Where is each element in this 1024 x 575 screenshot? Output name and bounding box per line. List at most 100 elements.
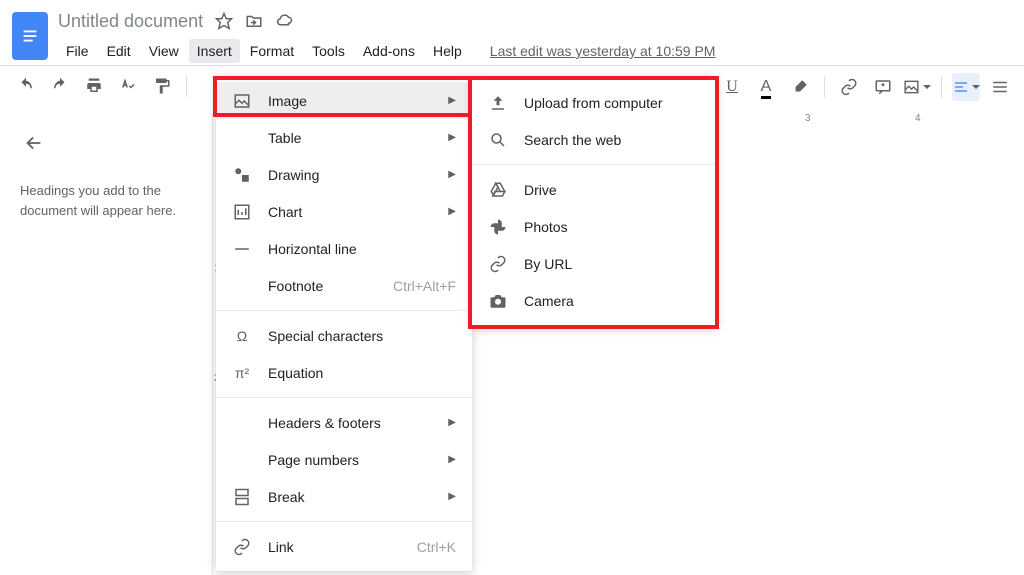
line-spacing-button[interactable]	[986, 73, 1014, 101]
submenu-arrow-icon: ▶	[448, 491, 456, 502]
menu-tools[interactable]: Tools	[304, 39, 353, 63]
submenu-arrow-icon: ▶	[448, 417, 456, 428]
underline-button[interactable]: U	[718, 73, 746, 101]
insert-image-item[interactable]: Image ▶	[216, 82, 472, 119]
insert-break-item[interactable]: Break ▶	[216, 478, 472, 515]
insert-chart-item[interactable]: Chart ▶	[216, 193, 472, 230]
menu-item-label: Link	[268, 539, 417, 555]
image-icon	[232, 91, 252, 111]
outline-hint-text: Headings you add to the document will ap…	[20, 181, 192, 220]
menu-item-label: Drawing	[268, 167, 440, 183]
highlight-button[interactable]	[786, 73, 814, 101]
menu-separator	[472, 164, 716, 165]
insert-image-button[interactable]	[903, 73, 931, 101]
insert-headers-item[interactable]: Headers & footers ▶	[216, 404, 472, 441]
submenu-arrow-icon: ▶	[448, 95, 456, 106]
menu-file[interactable]: File	[58, 39, 97, 63]
menu-separator	[216, 397, 472, 398]
menu-item-label: Special characters	[268, 328, 456, 344]
pi-icon: π²	[232, 363, 252, 383]
menu-item-label: Break	[268, 489, 440, 505]
text-color-button[interactable]: A	[752, 73, 780, 101]
toolbar-separator	[186, 75, 187, 97]
ruler-mark: 4	[915, 113, 921, 124]
document-title[interactable]: Untitled document	[58, 11, 203, 32]
insert-special-chars-item[interactable]: Ω Special characters	[216, 317, 472, 354]
link-icon	[232, 537, 252, 557]
headers-icon	[232, 413, 252, 433]
menu-item-label: By URL	[524, 256, 700, 272]
undo-button[interactable]	[12, 72, 40, 100]
upload-icon	[488, 93, 508, 113]
cloud-status-icon[interactable]	[275, 12, 293, 30]
image-camera-item[interactable]: Camera	[472, 282, 716, 319]
menu-item-label: Drive	[524, 182, 700, 198]
last-edit-link[interactable]: Last edit was yesterday at 10:59 PM	[490, 43, 716, 59]
table-icon	[232, 128, 252, 148]
image-drive-item[interactable]: Drive	[472, 171, 716, 208]
shortcut-label: Ctrl+K	[417, 539, 456, 555]
menu-item-label: Upload from computer	[524, 95, 700, 111]
print-button[interactable]	[80, 72, 108, 100]
insert-drawing-item[interactable]: Drawing ▶	[216, 156, 472, 193]
insert-equation-item[interactable]: π² Equation	[216, 354, 472, 391]
menu-item-label: Table	[268, 130, 440, 146]
photos-icon	[488, 217, 508, 237]
search-icon	[488, 130, 508, 150]
paint-format-button[interactable]	[148, 72, 176, 100]
image-byurl-item[interactable]: By URL	[472, 245, 716, 282]
menu-item-label: Horizontal line	[268, 241, 456, 257]
submenu-arrow-icon: ▶	[448, 206, 456, 217]
docs-logo[interactable]	[12, 12, 48, 60]
ruler-mark: 3	[805, 113, 811, 124]
insert-footnote-item[interactable]: Footnote Ctrl+Alt+F	[216, 267, 472, 304]
chart-icon	[232, 202, 252, 222]
insert-table-item[interactable]: Table ▶	[216, 119, 472, 156]
star-icon[interactable]	[215, 12, 233, 30]
submenu-arrow-icon: ▶	[448, 454, 456, 465]
menu-item-label: Chart	[268, 204, 440, 220]
menu-help[interactable]: Help	[425, 39, 470, 63]
spellcheck-button[interactable]	[114, 72, 142, 100]
menu-addons[interactable]: Add-ons	[355, 39, 423, 63]
drive-icon	[488, 180, 508, 200]
insert-link-button[interactable]	[835, 73, 863, 101]
submenu-arrow-icon: ▶	[448, 132, 456, 143]
menu-format[interactable]: Format	[242, 39, 302, 63]
outline-panel: Headings you add to the document will ap…	[0, 113, 213, 575]
menu-item-label: Search the web	[524, 132, 700, 148]
drawing-icon	[232, 165, 252, 185]
toolbar-separator	[941, 76, 942, 98]
menu-item-label: Photos	[524, 219, 700, 235]
footnote-icon	[232, 276, 252, 296]
menu-edit[interactable]: Edit	[99, 39, 139, 63]
comment-button[interactable]	[869, 73, 897, 101]
image-submenu: Upload from computer Search the web Driv…	[472, 76, 716, 327]
menu-separator	[216, 521, 472, 522]
image-search-web-item[interactable]: Search the web	[472, 121, 716, 158]
image-upload-item[interactable]: Upload from computer	[472, 84, 716, 121]
omega-icon: Ω	[232, 326, 252, 346]
hline-icon	[232, 239, 252, 259]
break-icon	[232, 487, 252, 507]
menu-item-label: Headers & footers	[268, 415, 440, 431]
menubar: File Edit View Insert Format Tools Add-o…	[58, 37, 1012, 65]
insert-menu-dropdown: Image ▶ Table ▶ Drawing ▶ Chart ▶ Horizo…	[216, 76, 472, 571]
menu-view[interactable]: View	[141, 39, 187, 63]
submenu-arrow-icon: ▶	[448, 169, 456, 180]
menu-item-label: Camera	[524, 293, 700, 309]
move-folder-icon[interactable]	[245, 12, 263, 30]
menu-separator	[216, 310, 472, 311]
insert-link-item[interactable]: Link Ctrl+K	[216, 528, 472, 565]
image-photos-item[interactable]: Photos	[472, 208, 716, 245]
shortcut-label: Ctrl+Alt+F	[393, 278, 456, 294]
outline-collapse-button[interactable]	[20, 129, 48, 157]
link-icon	[488, 254, 508, 274]
align-left-button[interactable]	[952, 73, 980, 101]
menu-insert[interactable]: Insert	[189, 39, 240, 63]
menu-item-label: Footnote	[268, 278, 393, 294]
horizontal-ruler[interactable]: 3 4	[713, 113, 1024, 129]
insert-pagenum-item[interactable]: Page numbers ▶	[216, 441, 472, 478]
insert-hline-item[interactable]: Horizontal line	[216, 230, 472, 267]
redo-button[interactable]	[46, 72, 74, 100]
